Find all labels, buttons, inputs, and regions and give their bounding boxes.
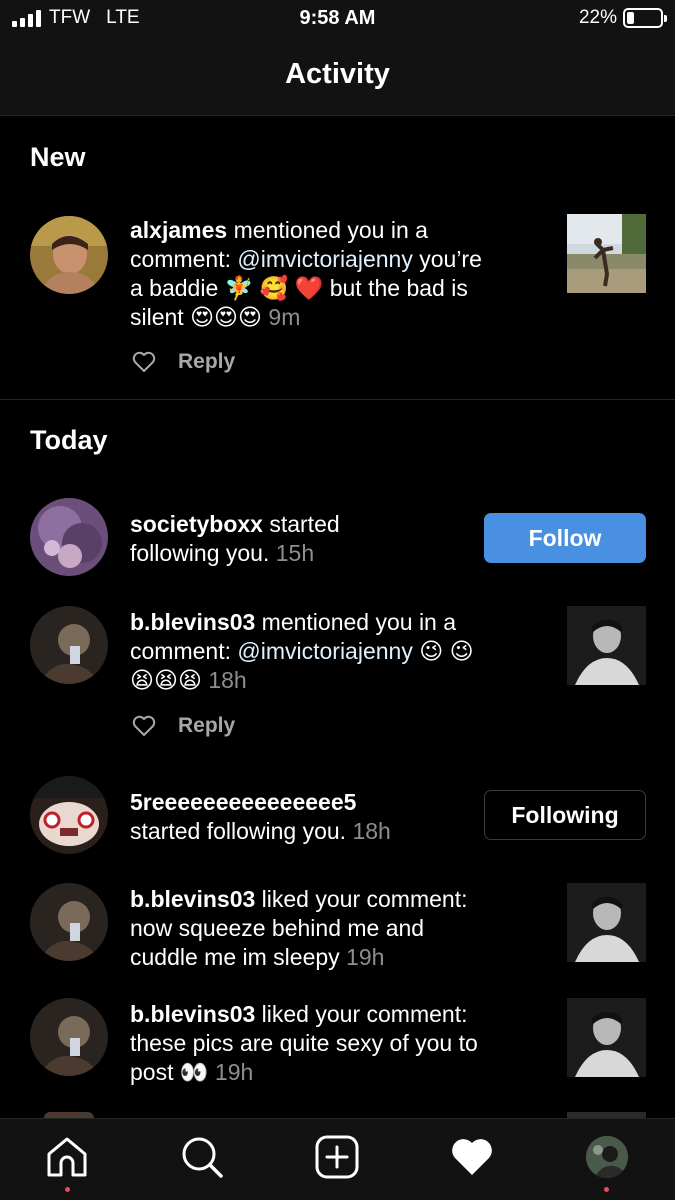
post-thumbnail[interactable]: [567, 998, 646, 1077]
section-title-today: Today: [30, 425, 108, 455]
text-line: following you.: [130, 540, 276, 566]
text-line: these pics are quite sexy of you to: [130, 1030, 478, 1056]
text-line: post 👀: [130, 1059, 215, 1085]
text-line: now squeeze behind me and: [130, 915, 425, 941]
home-icon: [47, 1137, 87, 1177]
status-bar: TFW LTE 9:58 AM 22%: [0, 0, 675, 38]
battery-icon: [623, 8, 667, 28]
battery-percent: 22%: [578, 7, 617, 28]
search-icon: [182, 1137, 223, 1178]
avatar[interactable]: [30, 998, 108, 1076]
text-line: started following you.: [130, 818, 353, 844]
post-thumbnail[interactable]: [567, 214, 646, 293]
timestamp: 15h: [275, 540, 315, 566]
reply-button[interactable]: Reply: [178, 350, 235, 374]
notification-text: b.blevins03 mentioned you in a comment: …: [130, 608, 474, 695]
text-line: comment:: [130, 638, 238, 664]
timestamp: 19h: [214, 1059, 254, 1085]
reply-row: Reply: [132, 714, 235, 738]
notification-text: b.blevins03 liked your comment: these pi…: [130, 1000, 478, 1087]
avatar[interactable]: [30, 606, 108, 684]
profile-notification-dot: [604, 1187, 609, 1192]
text-line: 😉 😉: [412, 638, 474, 664]
post-thumbnail[interactable]: [567, 606, 646, 685]
notification-text: b.blevins03 liked your comment: now sque…: [130, 885, 467, 972]
heart-outline-icon[interactable]: [132, 351, 156, 373]
notification-text: societyboxx started following you. 15h: [130, 510, 340, 568]
reply-button[interactable]: Reply: [178, 714, 235, 738]
avatar[interactable]: [30, 216, 108, 294]
list-item[interactable]: 5reeeeeeeeeeeeeee5 started following you…: [0, 776, 675, 858]
profile-avatar: [586, 1136, 628, 1178]
text-line: a baddie 🧚 🥰 ❤️ but the bad is: [130, 275, 468, 301]
username[interactable]: 5reeeeeeeeeeeeeee5: [130, 789, 356, 815]
mention-link[interactable]: @imvictoriajenny: [237, 638, 412, 664]
post-thumbnail[interactable]: [567, 883, 646, 962]
mention-link[interactable]: @imvictoriajenny: [237, 246, 412, 272]
text-line: mentioned you in a: [255, 609, 457, 635]
home-notification-dot: [65, 1187, 70, 1192]
avatar[interactable]: [30, 498, 108, 576]
timestamp: 18h: [352, 818, 391, 844]
profile-tab[interactable]: [585, 1135, 629, 1179]
timestamp: 19h: [346, 944, 385, 970]
text-line: you’re: [412, 246, 482, 272]
list-item[interactable]: societyboxx started following you. 15h F…: [0, 498, 675, 580]
home-tab[interactable]: [45, 1135, 89, 1179]
divider: [0, 399, 675, 400]
following-button[interactable]: Following: [484, 790, 646, 840]
reply-row: Reply: [132, 350, 235, 374]
new-post-icon: [315, 1135, 359, 1179]
follow-button[interactable]: Follow: [484, 513, 646, 563]
section-title-new: New: [30, 142, 86, 172]
username[interactable]: b.blevins03: [130, 886, 255, 912]
text-line: started: [262, 511, 340, 537]
notification-text: alxjames mentioned you in a comment: @im…: [130, 216, 482, 332]
username[interactable]: societyboxx: [130, 511, 263, 537]
text-line: 😫😫😫: [130, 667, 209, 693]
text-line: silent 😍😍😍: [130, 304, 269, 330]
list-item[interactable]: b.blevins03 mentioned you in a comment: …: [0, 606, 675, 756]
search-tab[interactable]: [180, 1135, 224, 1179]
text-line: cuddle me im sleepy: [130, 944, 347, 970]
username[interactable]: b.blevins03: [130, 1001, 255, 1027]
list-item[interactable]: b.blevins03 liked your comment: now sque…: [0, 883, 675, 973]
status-right: 22%: [578, 7, 667, 29]
text-line: comment:: [130, 246, 238, 272]
header: Activity: [0, 38, 675, 116]
avatar[interactable]: [30, 883, 108, 961]
activity-tab[interactable]: [450, 1135, 494, 1179]
new-post-tab[interactable]: [315, 1135, 359, 1179]
avatar[interactable]: [30, 776, 108, 854]
text-line: liked your comment:: [255, 886, 468, 912]
list-item[interactable]: b.blevins03 liked your comment: these pi…: [0, 998, 675, 1088]
list-item[interactable]: alxjames mentioned you in a comment: @im…: [0, 214, 675, 394]
username[interactable]: b.blevins03: [130, 609, 255, 635]
text-line: liked your comment:: [255, 1001, 468, 1027]
heart-outline-icon[interactable]: [132, 715, 156, 737]
tab-bar: [0, 1118, 675, 1200]
text-line: mentioned you in a: [227, 217, 428, 243]
timestamp: 18h: [208, 667, 247, 693]
page-title: Activity: [285, 58, 390, 90]
heart-icon: [452, 1139, 492, 1175]
timestamp: 9m: [268, 304, 301, 330]
username[interactable]: alxjames: [130, 217, 227, 243]
clock: 9:58 AM: [299, 7, 376, 29]
notification-text: 5reeeeeeeeeeeeeee5 started following you…: [130, 788, 391, 846]
